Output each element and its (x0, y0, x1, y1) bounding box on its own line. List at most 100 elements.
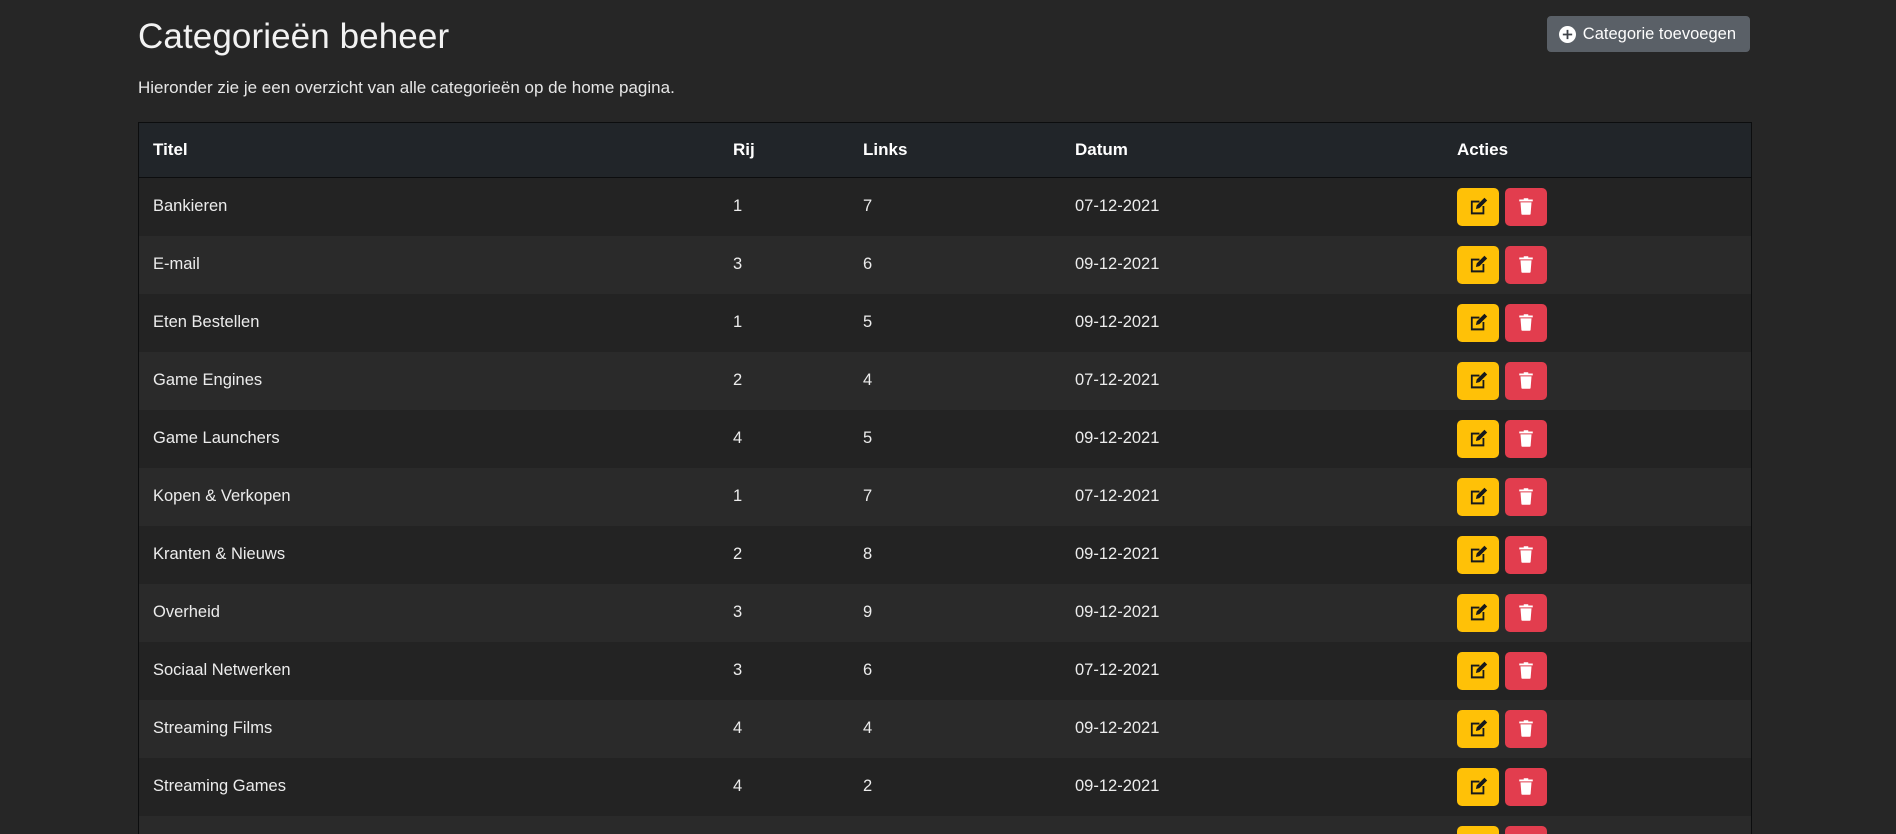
edit-row-button[interactable] (1457, 303, 1499, 342)
cell-acties (1443, 178, 1751, 236)
table-row: Kranten & Nieuws 2 8 09-12-2021 (139, 525, 1751, 584)
cell-titel: Sociaal Netwerken (153, 661, 291, 679)
delete-row-button[interactable] (1505, 651, 1547, 690)
table-row: Sociaal Netwerken 3 6 07-12-2021 (139, 641, 1751, 700)
cell-acties (1443, 700, 1751, 758)
edit-row-button[interactable] (1457, 361, 1499, 400)
edit-row-button[interactable] (1457, 651, 1499, 690)
pencil-square-icon (1469, 719, 1488, 738)
cell-rij: 2 (733, 371, 743, 389)
delete-row-button[interactable] (1505, 593, 1547, 632)
page-title: Categorieën beheer (138, 17, 450, 56)
column-header-datum: Datum (1061, 123, 1443, 178)
table-row: Bankieren 1 7 07-12-2021 (139, 177, 1751, 236)
categories-table-container: Titel Rij Links Datum Acties Bankieren 1 7… (138, 122, 1752, 834)
edit-row-button[interactable] (1457, 419, 1499, 458)
cell-titel: Bankieren (153, 197, 228, 216)
edit-row-button[interactable] (1457, 187, 1499, 226)
edit-row-button[interactable] (1457, 245, 1499, 284)
trash-icon (1517, 313, 1535, 332)
cell-acties (1443, 236, 1751, 294)
cell-titel: Streaming Films (153, 719, 273, 737)
table-row: Kopen & Verkopen 1 7 07-12-2021 (139, 467, 1751, 526)
add-category-button[interactable]: Categorie toevoegen (1546, 16, 1750, 52)
cell-acties (1443, 584, 1751, 642)
cell-datum: 07-12-2021 (1075, 197, 1160, 216)
cell-links: 5 (863, 429, 873, 447)
pencil-square-icon (1469, 603, 1488, 622)
cell-rij: 1 (733, 313, 743, 331)
delete-row-button[interactable] (1505, 303, 1547, 342)
pencil-square-icon (1469, 255, 1488, 274)
cell-titel: Game Engines (153, 371, 263, 389)
delete-row-button[interactable] (1505, 245, 1547, 284)
cell-datum (1061, 816, 1443, 834)
cell-links: 2 (863, 777, 873, 795)
plus-circle-icon (1558, 25, 1576, 43)
cell-titel: Kranten & Nieuws (153, 545, 286, 563)
cell-titel: Overheid (153, 603, 220, 621)
row-action-group (1457, 419, 1751, 458)
cell-links: 6 (863, 255, 873, 273)
cell-acties (1443, 352, 1751, 410)
edit-row-button[interactable] (1457, 535, 1499, 574)
cell-datum: 09-12-2021 (1075, 255, 1160, 273)
pencil-square-icon (1469, 197, 1488, 216)
delete-row-button[interactable] (1505, 767, 1547, 806)
cell-datum: 07-12-2021 (1075, 487, 1160, 505)
cell-rij: 3 (733, 661, 743, 679)
cell-titel: Kopen & Verkopen (153, 487, 291, 505)
trash-icon (1517, 429, 1535, 448)
row-action-group (1457, 709, 1751, 748)
delete-row-button[interactable] (1505, 361, 1547, 400)
cell-rij: 4 (733, 777, 743, 795)
cell-titel: Eten Bestellen (153, 313, 260, 331)
row-action-group (1457, 535, 1751, 574)
cell-rij: 3 (733, 603, 743, 621)
pencil-square-icon (1469, 777, 1488, 796)
row-action-group (1457, 767, 1751, 806)
delete-row-button[interactable] (1505, 419, 1547, 458)
trash-icon (1517, 487, 1535, 506)
cell-datum: 07-12-2021 (1075, 661, 1160, 679)
delete-row-button[interactable] (1505, 709, 1547, 748)
table-row: Game Launchers 4 5 09-12-2021 (139, 409, 1751, 468)
edit-row-button[interactable] (1457, 709, 1499, 748)
pencil-square-icon (1469, 313, 1488, 332)
table-row: Overheid 3 9 09-12-2021 (139, 583, 1751, 642)
cell-links: 8 (863, 545, 873, 563)
cell-datum: 09-12-2021 (1075, 429, 1160, 447)
edit-row-button[interactable] (1457, 593, 1499, 632)
trash-icon (1517, 197, 1535, 216)
cell-datum: 09-12-2021 (1075, 719, 1160, 737)
cell-acties (1443, 758, 1751, 816)
trash-icon (1517, 371, 1535, 390)
table-row (139, 815, 1751, 834)
edit-row-button[interactable] (1457, 767, 1499, 806)
edit-row-button[interactable] (1457, 477, 1499, 516)
table-header-row: Titel Rij Links Datum Acties (139, 123, 1751, 178)
cell-rij (719, 816, 849, 834)
column-header-titel: Titel (139, 123, 719, 178)
table-row: E-mail 3 6 09-12-2021 (139, 235, 1751, 294)
cell-titel: Streaming Games (153, 777, 286, 795)
table-head: Titel Rij Links Datum Acties (139, 123, 1751, 178)
delete-row-button[interactable] (1505, 535, 1547, 574)
content-container: Categorieën beheer Hieronder zie je een … (138, 0, 1752, 834)
cell-links: 7 (863, 487, 873, 505)
edit-row-button[interactable] (1457, 825, 1499, 834)
row-action-group (1457, 825, 1751, 834)
delete-row-button[interactable] (1505, 477, 1547, 516)
categories-table: Titel Rij Links Datum Acties Bankieren 1 7… (139, 123, 1751, 834)
row-action-group (1457, 593, 1751, 632)
page-subtitle: Hieronder zie je een overzicht van alle … (138, 78, 675, 97)
cell-datum: 09-12-2021 (1075, 603, 1160, 621)
pencil-square-icon (1469, 487, 1488, 506)
delete-row-button[interactable] (1505, 187, 1547, 226)
trash-icon (1517, 255, 1535, 274)
row-action-group (1457, 361, 1751, 400)
row-action-group (1457, 651, 1751, 690)
delete-row-button[interactable] (1505, 825, 1547, 834)
table-body: Bankieren 1 7 07-12-2021 E-mail 3 6 09-12-2021 E… (139, 177, 1751, 834)
cell-acties (1443, 526, 1751, 584)
